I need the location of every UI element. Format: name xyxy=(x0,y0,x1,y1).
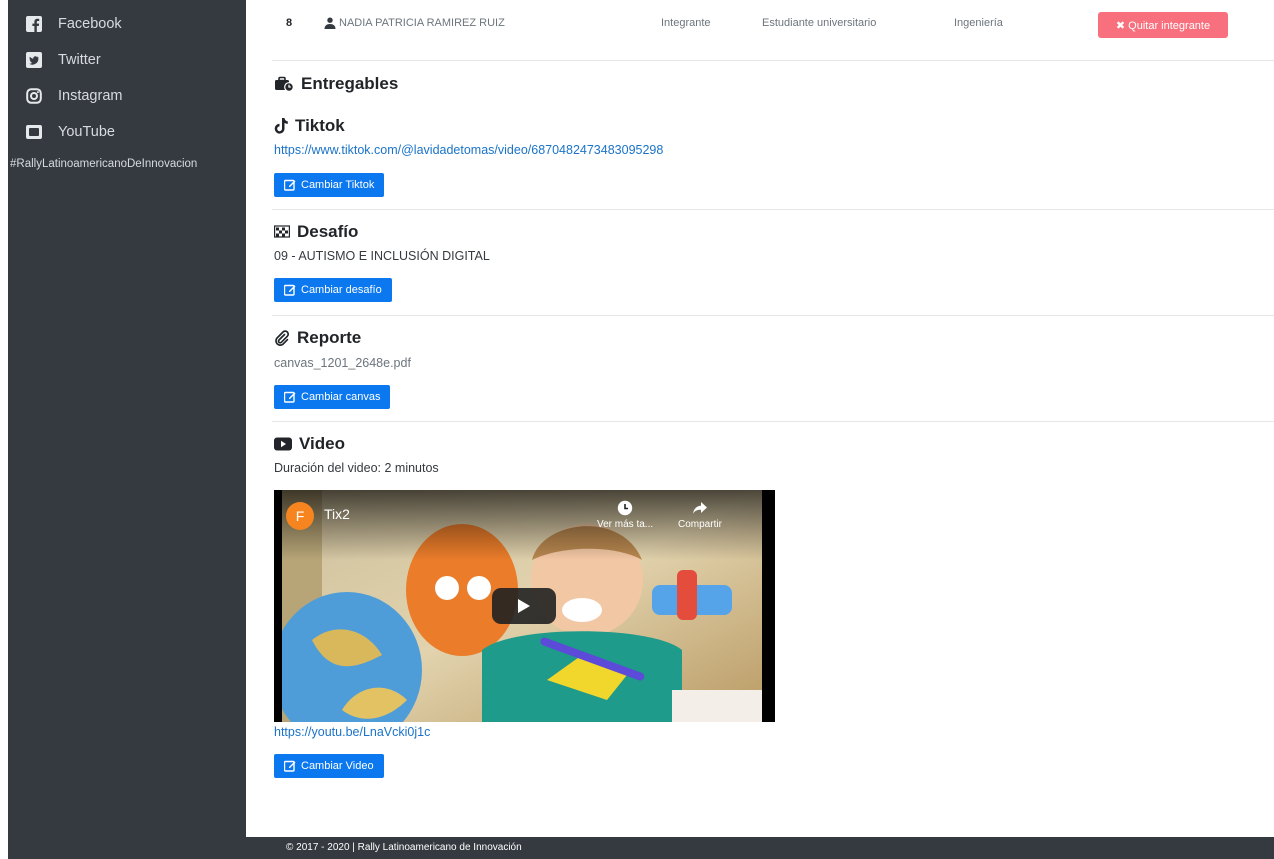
briefcase-clock-icon xyxy=(274,76,294,92)
video-icon xyxy=(274,437,292,451)
play-button[interactable] xyxy=(492,588,556,624)
sidebar-item-label: Twitter xyxy=(58,52,101,68)
member-type: Estudiante universitario xyxy=(762,17,877,29)
remove-member-button[interactable]: ✖ Quitar integrante xyxy=(1098,12,1228,38)
divider xyxy=(272,421,1274,422)
video-player[interactable]: F Tix2 Ver más ta... Compartir xyxy=(274,490,775,722)
clock-icon xyxy=(617,500,633,516)
sidebar-item-instagram[interactable]: Instagram xyxy=(26,85,122,107)
member-name: NADIA PATRICIA RAMIREZ RUIZ xyxy=(339,17,505,29)
share-button[interactable]: Compartir xyxy=(678,500,722,530)
change-tiktok-button[interactable]: Cambiar Tiktok xyxy=(274,173,385,197)
member-number: 8 xyxy=(286,17,293,29)
play-icon xyxy=(518,599,530,613)
report-heading: Reporte xyxy=(274,328,361,348)
deliverables-title: Entregables xyxy=(301,74,399,93)
instagram-icon xyxy=(26,88,42,104)
member-field: Ingeniería xyxy=(954,17,1003,29)
footer-copyright: © 2017 - 2020 | Rally Latinoamericano de… xyxy=(286,842,522,853)
sidebar-item-twitter[interactable]: Twitter xyxy=(26,49,101,71)
video-duration: Duración del video: 2 minutos xyxy=(274,461,439,475)
share-icon xyxy=(692,502,707,514)
change-video-button[interactable]: Cambiar Video xyxy=(274,754,384,778)
edit-icon xyxy=(284,284,296,296)
divider xyxy=(272,315,1274,316)
twitter-icon xyxy=(26,52,42,68)
share-label: Compartir xyxy=(678,519,722,530)
video-heading: Video xyxy=(274,434,345,454)
deliverables-heading: Entregables xyxy=(274,74,398,94)
edit-icon xyxy=(284,179,296,191)
sidebar-item-label: Facebook xyxy=(58,16,122,32)
edit-icon xyxy=(284,760,296,772)
channel-avatar[interactable]: F xyxy=(286,502,314,530)
youtube-icon xyxy=(26,124,42,140)
tiktok-heading: Tiktok xyxy=(274,116,345,136)
checkered-flag-icon xyxy=(274,224,290,240)
change-challenge-label: Cambiar desafío xyxy=(301,284,382,296)
member-role: Integrante xyxy=(661,17,711,29)
tiktok-title: Tiktok xyxy=(295,116,345,135)
sidebar-item-label: YouTube xyxy=(58,124,115,140)
sidebar: Facebook Twitter Instagram YouTube #Rall… xyxy=(8,0,246,859)
youtube-url-link[interactable]: https://youtu.be/LnaVcki0j1c xyxy=(274,725,430,739)
change-video-label: Cambiar Video xyxy=(301,760,374,772)
member-name-cell: NADIA PATRICIA RAMIREZ RUIZ xyxy=(324,17,505,29)
divider xyxy=(272,209,1274,210)
change-canvas-button[interactable]: Cambiar canvas xyxy=(274,385,391,409)
team-member-row: 8 NADIA PATRICIA RAMIREZ RUIZ Integrante… xyxy=(246,0,1274,58)
sidebar-item-youtube[interactable]: YouTube xyxy=(26,121,115,143)
report-filename: canvas_1201_2648e.pdf xyxy=(274,356,411,370)
sidebar-item-facebook[interactable]: Facebook xyxy=(26,13,122,35)
video-title: Video xyxy=(299,434,345,453)
change-challenge-button[interactable]: Cambiar desafío xyxy=(274,278,392,302)
watch-later-label: Ver más ta... xyxy=(597,519,654,530)
report-title: Reporte xyxy=(297,328,362,347)
change-canvas-label: Cambiar canvas xyxy=(301,391,381,403)
facebook-icon xyxy=(26,16,42,32)
challenge-heading: Desafío xyxy=(274,222,358,242)
edit-icon xyxy=(284,391,296,403)
hashtag-link[interactable]: #RallyLatinoamericanoDeInnovacion xyxy=(10,158,197,170)
divider xyxy=(272,60,1274,61)
challenge-title: Desafío xyxy=(297,222,359,241)
change-tiktok-label: Cambiar Tiktok xyxy=(301,179,375,191)
watch-later-button[interactable]: Ver más ta... xyxy=(597,500,653,530)
main-content: 8 NADIA PATRICIA RAMIREZ RUIZ Integrante… xyxy=(246,0,1274,859)
tiktok-url-link[interactable]: https://www.tiktok.com/@lavidadetomas/vi… xyxy=(274,143,663,157)
challenge-value: 09 - AUTISMO E INCLUSIÓN DIGITAL xyxy=(274,249,490,263)
tiktok-icon xyxy=(274,118,288,134)
paperclip-icon xyxy=(274,330,290,346)
footer: © 2017 - 2020 | Rally Latinoamericano de… xyxy=(246,837,1274,859)
user-icon xyxy=(324,17,336,29)
sidebar-item-label: Instagram xyxy=(58,88,123,104)
video-player-title[interactable]: Tix2 xyxy=(324,506,350,522)
